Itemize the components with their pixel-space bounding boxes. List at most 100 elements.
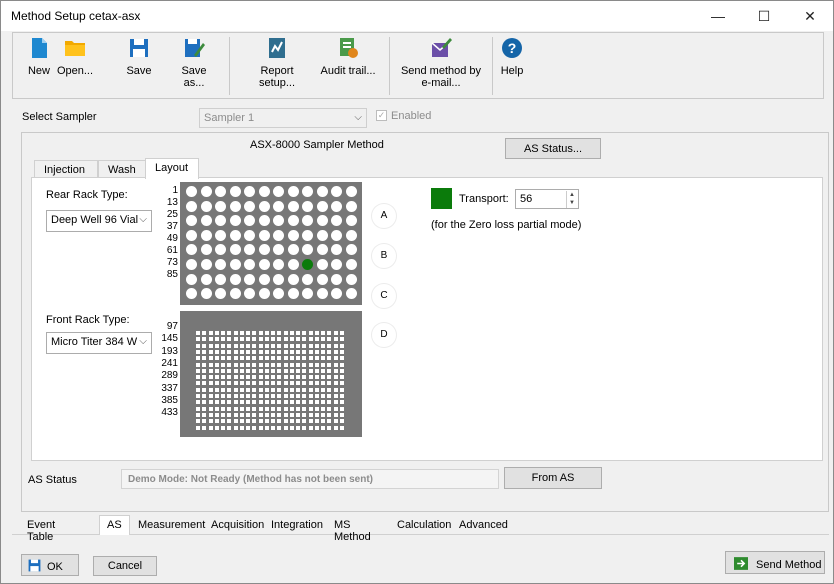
rear-well[interactable] xyxy=(229,259,241,270)
help-button[interactable]: ? Help xyxy=(499,37,525,77)
front-well[interactable] xyxy=(227,387,232,392)
spin-arrows-icon[interactable]: ▲ ▼ xyxy=(566,191,577,208)
transport-stepper[interactable]: 56 ▲ ▼ xyxy=(515,189,579,209)
rear-well[interactable] xyxy=(215,273,226,285)
front-well[interactable] xyxy=(333,387,338,392)
front-well[interactable] xyxy=(308,412,313,417)
front-well[interactable] xyxy=(227,381,232,386)
rear-well[interactable] xyxy=(258,273,270,285)
front-well[interactable] xyxy=(258,412,263,417)
front-well[interactable] xyxy=(277,400,282,405)
front-well[interactable] xyxy=(227,394,232,398)
position-c[interactable]: C xyxy=(372,284,396,308)
rear-well[interactable] xyxy=(186,186,197,197)
rear-well[interactable] xyxy=(215,186,226,197)
front-well[interactable] xyxy=(314,356,319,361)
front-well[interactable] xyxy=(339,368,344,373)
front-well[interactable] xyxy=(239,356,244,361)
front-well[interactable] xyxy=(252,343,257,348)
rear-well[interactable] xyxy=(345,215,357,227)
front-well[interactable] xyxy=(327,381,332,386)
front-well[interactable] xyxy=(321,419,325,424)
front-well[interactable] xyxy=(302,425,307,430)
front-well[interactable] xyxy=(271,362,275,367)
rear-rack-select[interactable]: Deep Well 96 Vial ⌵ xyxy=(46,210,152,232)
front-well[interactable] xyxy=(196,362,200,367)
front-well[interactable] xyxy=(196,375,200,380)
front-well[interactable] xyxy=(264,375,269,380)
front-well[interactable] xyxy=(302,368,307,373)
rear-well[interactable] xyxy=(287,288,299,300)
front-well[interactable] xyxy=(289,400,294,405)
rear-well[interactable] xyxy=(186,244,197,256)
front-well[interactable] xyxy=(283,349,288,354)
front-well[interactable] xyxy=(208,387,213,392)
front-well[interactable] xyxy=(196,343,200,348)
front-well[interactable] xyxy=(208,394,213,398)
front-well[interactable] xyxy=(339,362,344,367)
front-well[interactable] xyxy=(264,349,269,354)
front-well[interactable] xyxy=(196,356,200,361)
front-well[interactable] xyxy=(308,387,313,392)
front-well[interactable] xyxy=(302,381,307,386)
front-well[interactable] xyxy=(321,425,325,430)
front-well[interactable] xyxy=(339,387,344,392)
close-button[interactable]: ✕ xyxy=(787,1,833,31)
front-well[interactable] xyxy=(208,381,213,386)
front-well[interactable] xyxy=(208,356,213,361)
rear-well[interactable] xyxy=(316,259,328,270)
rear-well[interactable] xyxy=(345,244,357,256)
rear-well[interactable] xyxy=(273,200,284,212)
front-well[interactable] xyxy=(327,331,332,335)
front-well[interactable] xyxy=(196,368,200,373)
front-well[interactable] xyxy=(202,419,207,424)
front-well[interactable] xyxy=(296,356,300,361)
front-well[interactable] xyxy=(296,406,300,411)
front-well[interactable] xyxy=(258,425,263,430)
front-well[interactable] xyxy=(308,331,313,335)
tab-event-table[interactable]: Event Table xyxy=(27,516,55,543)
tab-measurement[interactable]: Measurement xyxy=(138,516,205,534)
front-well[interactable] xyxy=(302,419,307,424)
front-well[interactable] xyxy=(196,425,200,430)
front-well[interactable] xyxy=(246,349,250,354)
front-well[interactable] xyxy=(327,412,332,417)
front-well[interactable] xyxy=(233,368,238,373)
front-well[interactable] xyxy=(239,381,244,386)
front-well[interactable] xyxy=(339,412,344,417)
front-well[interactable] xyxy=(296,375,300,380)
rear-well[interactable] xyxy=(229,244,241,256)
front-well[interactable] xyxy=(321,362,325,367)
rear-well[interactable] xyxy=(229,288,241,300)
report-setup-button[interactable]: Report setup... xyxy=(241,37,313,89)
rear-well[interactable] xyxy=(186,288,197,300)
front-well[interactable] xyxy=(233,356,238,361)
front-well[interactable] xyxy=(314,412,319,417)
front-well[interactable] xyxy=(214,368,219,373)
front-well[interactable] xyxy=(321,349,325,354)
front-well[interactable] xyxy=(327,394,332,398)
front-well[interactable] xyxy=(333,412,338,417)
front-well[interactable] xyxy=(252,406,257,411)
rear-well[interactable] xyxy=(229,229,241,241)
rear-well[interactable] xyxy=(244,215,255,227)
front-well[interactable] xyxy=(221,412,225,417)
front-well[interactable] xyxy=(277,387,282,392)
front-well[interactable] xyxy=(277,337,282,342)
front-well[interactable] xyxy=(221,343,225,348)
front-well[interactable] xyxy=(227,400,232,405)
front-well[interactable] xyxy=(196,337,200,342)
front-well[interactable] xyxy=(321,337,325,342)
front-well[interactable] xyxy=(233,381,238,386)
rear-well[interactable] xyxy=(345,200,357,212)
front-well[interactable] xyxy=(314,381,319,386)
front-well[interactable] xyxy=(208,368,213,373)
front-well[interactable] xyxy=(214,419,219,424)
rear-well[interactable] xyxy=(258,244,270,256)
front-well[interactable] xyxy=(202,406,207,411)
selected-rear-well[interactable] xyxy=(302,259,313,270)
front-well[interactable] xyxy=(258,381,263,386)
front-well[interactable] xyxy=(233,406,238,411)
front-well[interactable] xyxy=(339,400,344,405)
front-well[interactable] xyxy=(202,362,207,367)
